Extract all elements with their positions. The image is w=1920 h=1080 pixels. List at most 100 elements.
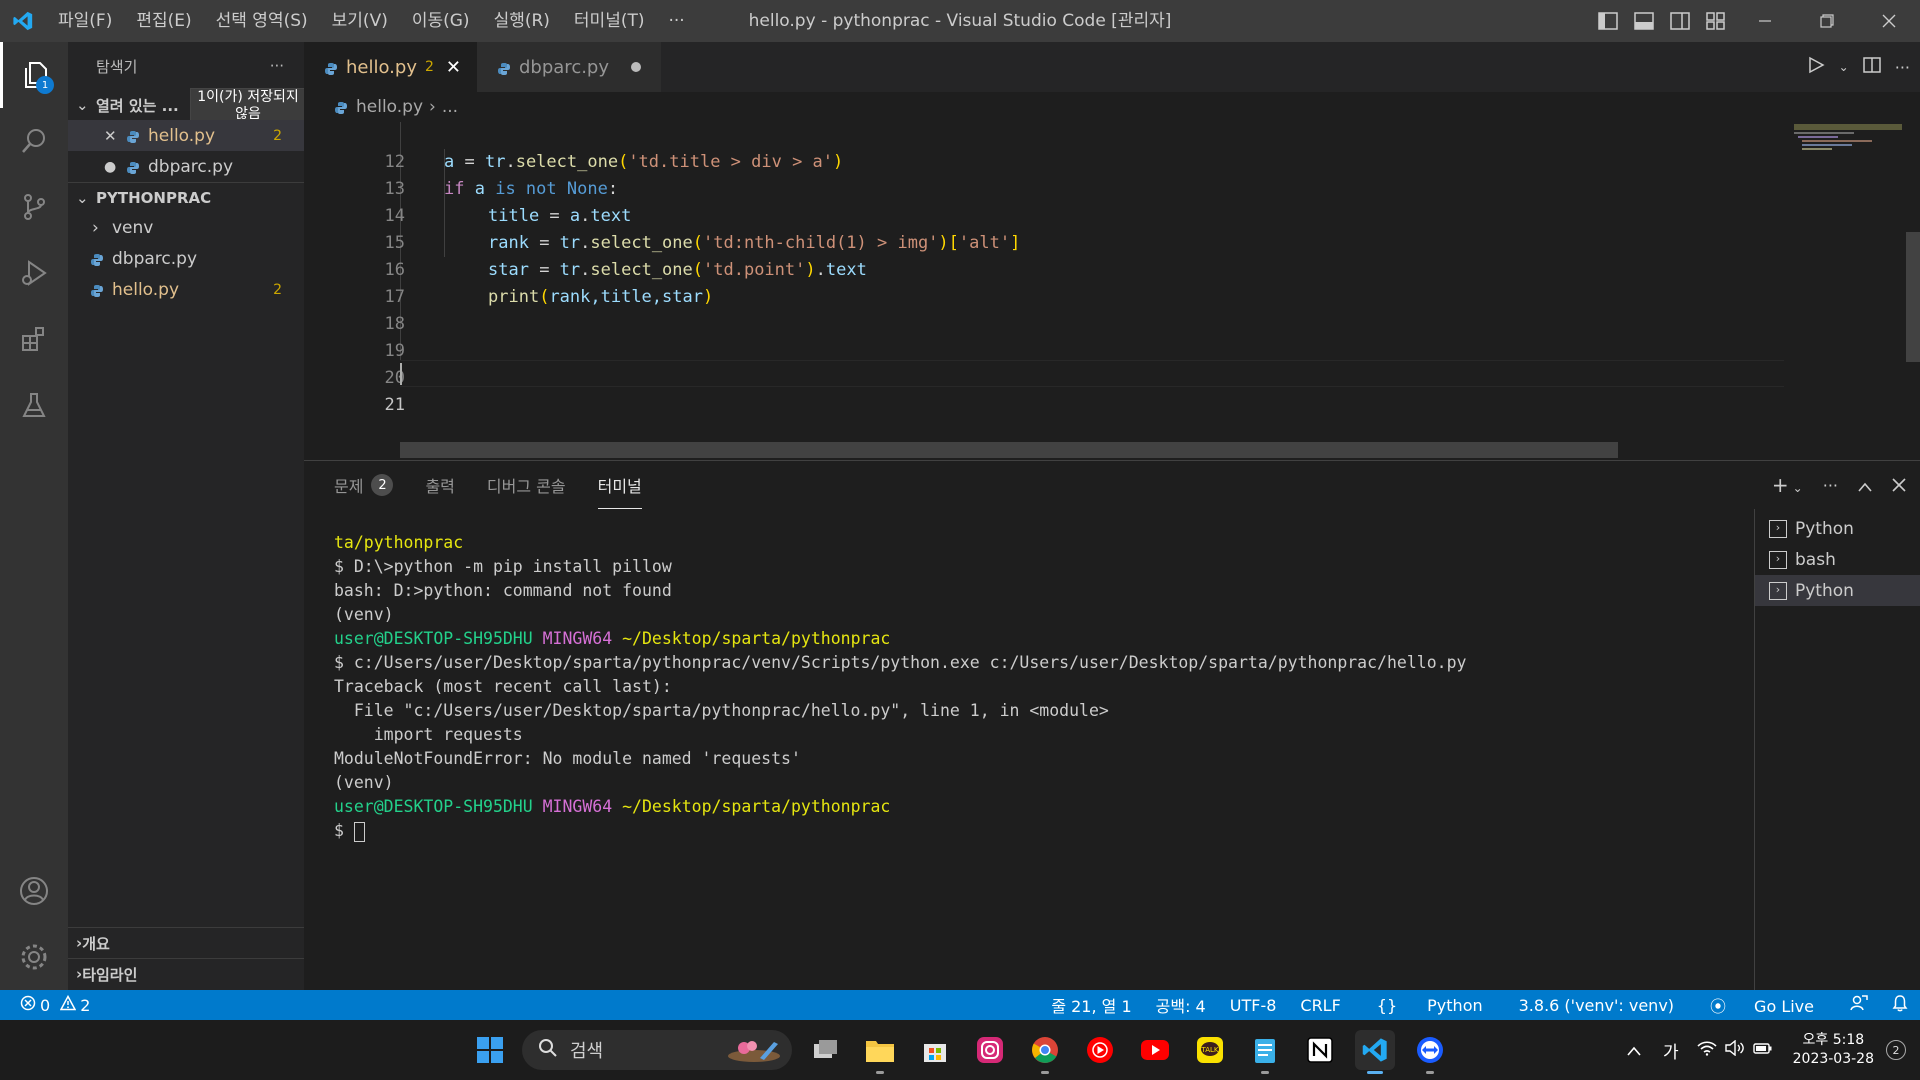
taskbar-clock[interactable]: 오후 5:18 2023-03-28 xyxy=(1793,1031,1874,1069)
problems-status[interactable]: 0 2 xyxy=(0,994,90,1015)
kakaotalk-icon[interactable]: TALK xyxy=(1190,1030,1230,1070)
run-debug-icon[interactable] xyxy=(0,240,68,306)
tab-problems[interactable]: 문제 2 xyxy=(334,461,394,509)
tree-item-venv[interactable]: › venv xyxy=(68,212,304,243)
customize-layout-icon[interactable] xyxy=(1698,0,1734,42)
terminal-item-bash[interactable]: › bash xyxy=(1755,544,1920,575)
open-editor-dbparc[interactable]: ● dbparc.py xyxy=(68,151,304,182)
tree-item-dbparc[interactable]: dbparc.py xyxy=(68,243,304,274)
active-indicator xyxy=(1367,1071,1383,1074)
file-explorer-icon[interactable] xyxy=(860,1030,900,1074)
chrome-icon[interactable] xyxy=(1025,1030,1065,1074)
panel-more-icon[interactable]: ··· xyxy=(1823,476,1838,495)
minimap[interactable] xyxy=(1788,122,1906,460)
toggle-secondary-sidebar-icon[interactable] xyxy=(1662,0,1698,42)
toggle-primary-sidebar-icon[interactable] xyxy=(1590,0,1626,42)
feedback-icon[interactable] xyxy=(1838,994,1880,1016)
menu-run[interactable]: 실행(R) xyxy=(482,0,562,42)
python-interpreter[interactable]: 3.8.6 ('venv': venv) xyxy=(1507,996,1686,1015)
go-live-button[interactable]: ⦿ Go Live xyxy=(1686,993,1838,1017)
breadcrumb-file[interactable]: hello.py xyxy=(356,97,423,117)
unsaved-dot-icon[interactable]: ● xyxy=(104,159,126,175)
youtube-music-icon[interactable] xyxy=(1080,1030,1120,1070)
notification-count-badge[interactable]: 2 xyxy=(1886,1040,1906,1060)
outline-section[interactable]: › 개요 xyxy=(68,927,304,958)
notion-icon[interactable] xyxy=(1300,1030,1340,1070)
terminal-item-python-2[interactable]: › Python xyxy=(1755,575,1920,606)
menu-view[interactable]: 보기(V) xyxy=(320,0,400,42)
close-panel-icon[interactable] xyxy=(1892,473,1906,497)
vscode-taskbar-icon[interactable] xyxy=(1355,1030,1395,1074)
accounts-icon[interactable] xyxy=(0,858,68,924)
terminal-output[interactable]: ta/pythonprac $ D:\>python -m pip instal… xyxy=(334,531,1734,843)
volume-icon[interactable] xyxy=(1724,1039,1745,1060)
maximize-panel-chevron-up-icon[interactable] xyxy=(1858,473,1872,497)
indentation[interactable]: 공백: 4 xyxy=(1144,993,1218,1017)
settings-gear-icon[interactable] xyxy=(0,924,68,990)
search-icon[interactable] xyxy=(0,108,68,174)
taskbar-search[interactable]: 검색 xyxy=(522,1030,792,1070)
testing-icon[interactable] xyxy=(0,372,68,438)
terminal-list: › Python › bash › Python xyxy=(1754,509,1920,991)
tab-hello-py[interactable]: hello.py 2 ✕ xyxy=(304,42,477,92)
tab-output[interactable]: 출력 xyxy=(425,461,454,509)
encoding[interactable]: UTF-8 xyxy=(1218,996,1289,1015)
end-of-line[interactable]: CRLF xyxy=(1288,996,1352,1015)
timeline-section[interactable]: › 타임라인 xyxy=(68,958,304,989)
vertical-scrollbar[interactable] xyxy=(1906,232,1920,362)
windows-start-icon[interactable] xyxy=(470,1030,510,1070)
language-mode[interactable]: {} Python xyxy=(1353,996,1507,1015)
close-tab-icon[interactable]: ✕ xyxy=(446,57,461,78)
menu-more[interactable]: ··· xyxy=(657,0,697,42)
project-section[interactable]: ⌄ PYTHONPRAC xyxy=(68,182,304,212)
running-indicator xyxy=(876,1071,884,1074)
microsoft-store-icon[interactable] xyxy=(915,1030,955,1070)
tree-item-hello[interactable]: hello.py 2 xyxy=(68,274,304,305)
instagram-icon[interactable] xyxy=(970,1030,1010,1070)
terminal-input-line[interactable]: $ xyxy=(334,819,1734,843)
task-view-icon[interactable] xyxy=(806,1030,846,1070)
vscode-logo-icon[interactable] xyxy=(0,0,46,42)
breadcrumb-symbol[interactable]: ... xyxy=(442,97,458,117)
minimize-icon[interactable] xyxy=(1734,0,1796,42)
source-control-icon[interactable] xyxy=(0,174,68,240)
notepad-icon[interactable] xyxy=(1245,1030,1285,1074)
wifi-icon[interactable] xyxy=(1697,1040,1717,1060)
menu-file[interactable]: 파일(F) xyxy=(46,0,124,42)
cursor-position[interactable]: 줄 21, 열 1 xyxy=(1039,993,1143,1017)
close-editor-icon[interactable]: ✕ xyxy=(104,127,126,145)
bottom-panel: 문제 2 출력 디버그 콘솔 터미널 + ⌄ ··· ta/pythonprac … xyxy=(304,460,1920,991)
unsaved-dot-icon[interactable] xyxy=(631,62,642,72)
youtube-icon[interactable] xyxy=(1135,1030,1175,1070)
toggle-panel-icon[interactable] xyxy=(1626,0,1662,42)
problems-badge: 2 xyxy=(371,474,394,496)
code-editor[interactable]: 12 a = tr.select_one('td.title > div > a'… xyxy=(304,122,1920,460)
run-python-icon[interactable] xyxy=(1807,56,1825,78)
explorer-icon[interactable]: 1 xyxy=(0,42,68,108)
extensions-icon[interactable] xyxy=(0,306,68,372)
tab-label: dbparc.py xyxy=(519,56,610,78)
open-editor-hello[interactable]: ✕ hello.py 2 xyxy=(68,120,304,151)
notifications-bell-icon[interactable] xyxy=(1880,994,1920,1016)
restore-icon[interactable] xyxy=(1796,0,1858,42)
tab-debug-console[interactable]: 디버그 콘솔 xyxy=(487,461,566,509)
terminal-item-python-1[interactable]: › Python xyxy=(1755,513,1920,544)
new-terminal-plus-icon[interactable]: + ⌄ xyxy=(1772,473,1803,497)
menu-selection[interactable]: 선택 영역(S) xyxy=(204,0,320,42)
split-editor-icon[interactable] xyxy=(1862,56,1881,78)
ime-indicator[interactable]: 가 xyxy=(1663,1038,1679,1063)
more-actions-icon[interactable]: ··· xyxy=(1895,58,1910,77)
tray-overflow-chevron-up-icon[interactable] xyxy=(1627,1041,1641,1060)
tab-dbparc-py[interactable]: dbparc.py xyxy=(477,42,662,92)
tab-terminal[interactable]: 터미널 xyxy=(597,461,642,509)
battery-icon[interactable] xyxy=(1752,1040,1773,1060)
run-dropdown-icon[interactable]: ⌄ xyxy=(1839,60,1849,74)
sidebar-more-button[interactable]: ··· xyxy=(270,57,284,75)
terminal-line: bash: D:>python: command not found xyxy=(334,581,672,600)
menu-terminal[interactable]: 터미널(T) xyxy=(562,0,657,42)
menu-go[interactable]: 이동(G) xyxy=(400,0,482,42)
menu-edit[interactable]: 편집(E) xyxy=(124,0,203,42)
close-window-icon[interactable] xyxy=(1858,0,1920,42)
teamviewer-icon[interactable] xyxy=(1410,1030,1450,1074)
horizontal-scrollbar[interactable] xyxy=(400,442,1618,458)
